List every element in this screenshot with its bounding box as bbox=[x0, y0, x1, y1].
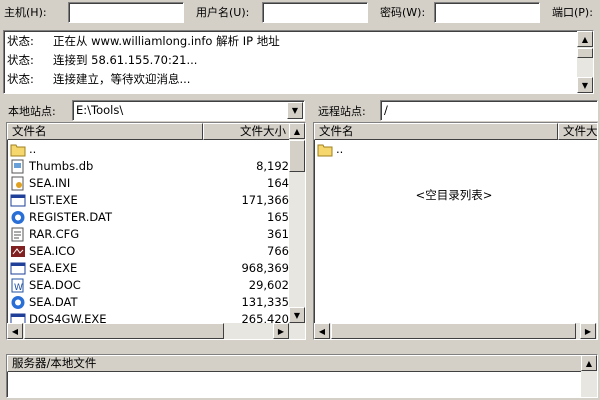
list-item[interactable]: LIST.EXE 171,366 bbox=[7, 192, 289, 209]
svg-text:W: W bbox=[14, 283, 23, 293]
local-list-scrollbar[interactable]: ▲ ▼ bbox=[289, 123, 305, 323]
list-item[interactable]: SEA.ICO 766 bbox=[7, 243, 289, 260]
doc-file-icon: W bbox=[11, 278, 24, 293]
remote-path-combobox[interactable]: / bbox=[380, 100, 598, 121]
scroll-down-icon[interactable]: ▼ bbox=[577, 77, 593, 93]
local-path-combobox[interactable]: E:\Tools\ ▼ bbox=[72, 100, 305, 121]
remote-list-hscrollbar[interactable]: ◀ ▶ bbox=[314, 323, 597, 339]
log-row: 状态: 连接建立，等待欢迎消息... bbox=[7, 72, 191, 86]
log-row: 状态: 连接到 58.61.155.70:21... bbox=[7, 53, 198, 67]
scroll-thumb[interactable] bbox=[577, 48, 593, 58]
local-path-value: E:\Tools\ bbox=[76, 103, 124, 117]
ini-file-icon bbox=[11, 176, 24, 191]
scroll-right-icon[interactable]: ▶ bbox=[273, 323, 289, 339]
list-item[interactable]: SEA.DAT 131,335 bbox=[7, 294, 289, 311]
local-column-name[interactable]: 文件名 bbox=[7, 123, 203, 140]
remote-site-label: 远程站点: bbox=[318, 105, 366, 118]
remote-column-name[interactable]: 文件名 bbox=[314, 123, 558, 140]
list-item[interactable]: REGISTER.DAT 165 bbox=[7, 209, 289, 226]
transfer-queue[interactable]: 服务器/本地文件 ▲ bbox=[6, 354, 598, 398]
chevron-down-icon[interactable]: ▼ bbox=[287, 102, 303, 119]
scroll-left-icon[interactable]: ◀ bbox=[314, 323, 330, 339]
remote-column-size[interactable]: 文件大 bbox=[558, 123, 597, 140]
scroll-up-icon[interactable]: ▲ bbox=[581, 355, 597, 371]
scroll-up-icon[interactable]: ▲ bbox=[289, 123, 305, 139]
folder-up-icon bbox=[317, 144, 333, 157]
scroll-left-icon[interactable]: ◀ bbox=[7, 323, 23, 339]
list-item[interactable]: SEA.INI 164 bbox=[7, 175, 289, 192]
cfg-file-icon bbox=[11, 227, 24, 242]
password-label: 密码(W): bbox=[380, 6, 426, 19]
exe-file-icon bbox=[10, 262, 26, 275]
hscroll-thumb[interactable] bbox=[24, 323, 224, 339]
remote-file-list[interactable]: 文件名 文件大 .. <空目录列表> ◀ ▶ bbox=[313, 122, 598, 340]
local-column-size[interactable]: 文件大小 bbox=[203, 123, 291, 140]
remote-path-value: / bbox=[384, 103, 388, 117]
password-input[interactable] bbox=[434, 2, 540, 23]
dat-file-icon bbox=[11, 211, 25, 224]
local-file-list[interactable]: 文件名 文件大小 .. Thumbs.db 8,192 SEA.INI 164 … bbox=[6, 122, 306, 340]
empty-directory-text: <空目录列表> bbox=[415, 188, 493, 202]
scroll-thumb[interactable] bbox=[289, 140, 305, 172]
queue-column-server-local[interactable]: 服务器/本地文件 bbox=[7, 355, 582, 372]
log-row: 状态: 正在从 www.williamlong.info 解析 IP 地址 bbox=[7, 34, 280, 48]
scroll-down-icon[interactable]: ▼ bbox=[289, 307, 305, 323]
hscroll-thumb[interactable] bbox=[331, 323, 576, 339]
local-site-label: 本地站点: bbox=[8, 105, 56, 118]
host-label: 主机(H): bbox=[4, 6, 47, 19]
ico-file-icon bbox=[11, 246, 25, 257]
list-item[interactable]: W SEA.DOC 29,602 bbox=[7, 277, 289, 294]
list-item[interactable]: Thumbs.db 8,192 bbox=[7, 158, 289, 175]
queue-scrollbar[interactable]: ▲ bbox=[581, 355, 597, 397]
list-item[interactable]: .. bbox=[314, 141, 594, 158]
dat-file-icon bbox=[11, 296, 25, 309]
port-label: 端口(P): bbox=[552, 6, 593, 19]
local-list-hscrollbar[interactable]: ◀ ▶ bbox=[7, 323, 305, 339]
list-item[interactable]: RAR.CFG 361 bbox=[7, 226, 289, 243]
scroll-right-icon[interactable]: ▶ bbox=[580, 323, 596, 339]
host-input[interactable] bbox=[68, 2, 184, 23]
scroll-up-icon[interactable]: ▲ bbox=[577, 31, 593, 47]
list-item[interactable]: .. bbox=[7, 141, 289, 158]
username-label: 用户名(U): bbox=[196, 6, 250, 19]
list-item[interactable]: SEA.EXE 968,369 bbox=[7, 260, 289, 277]
db-file-icon bbox=[11, 159, 24, 174]
status-log-scrollbar[interactable]: ▲ ▼ bbox=[577, 31, 593, 93]
exe-file-icon bbox=[10, 194, 26, 207]
folder-up-icon bbox=[10, 144, 26, 157]
username-input[interactable] bbox=[262, 2, 368, 23]
status-log: 状态: 正在从 www.williamlong.info 解析 IP 地址 状态:… bbox=[3, 30, 594, 94]
